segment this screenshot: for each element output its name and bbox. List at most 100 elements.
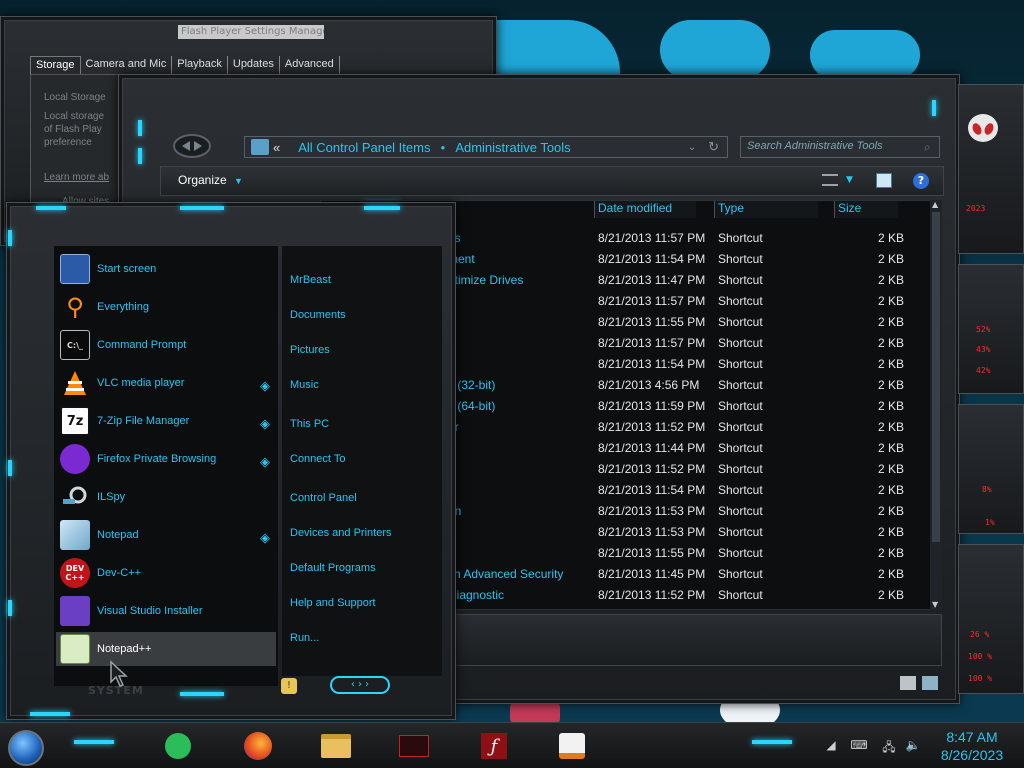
column-size[interactable]: Size [834, 201, 898, 218]
clock-time: 8:47 AM [946, 729, 998, 745]
tab-advanced[interactable]: Advanced [280, 56, 340, 74]
taskbar-media-app[interactable] [394, 728, 434, 764]
frame-accent [752, 740, 792, 744]
start-place-help-and-support[interactable]: Help and Support [290, 597, 376, 609]
learn-more-link[interactable]: Learn more ab [44, 172, 109, 183]
organize-button[interactable]: Organize ▼ [178, 173, 243, 187]
start-app-label: Notepad [97, 529, 139, 541]
gadget-cpu-meter [958, 264, 1024, 394]
large-icons-view-icon[interactable] [922, 676, 938, 690]
chevron-down-icon[interactable]: ▼ [846, 175, 853, 185]
shutdown-icon[interactable]: ! [281, 678, 297, 694]
start-place-this-pc[interactable]: This PC [290, 418, 329, 430]
breadcrumb-control-panel[interactable]: All Control Panel Items [298, 140, 430, 155]
start-place-documents[interactable]: Documents [290, 309, 346, 321]
start-app-everything[interactable]: ⚲ Everything [56, 290, 276, 324]
file-date: 8/21/2013 11:55 PM [598, 315, 706, 329]
start-app-command-prompt[interactable]: C:\_ Command Prompt [56, 328, 276, 362]
file-date: 8/21/2013 11:53 PM [598, 525, 706, 539]
search-icon: ⌕ [924, 140, 931, 154]
start-place-default-programs[interactable]: Default Programs [290, 562, 376, 574]
jump-list-arrow-icon[interactable]: ◈ [258, 532, 272, 546]
tab-playback[interactable]: Playback [172, 56, 228, 74]
refresh-icon[interactable]: ↻ [708, 139, 719, 155]
file-date: 8/21/2013 11:59 PM [598, 399, 706, 413]
address-bar[interactable]: « All Control Panel Items ● Administrati… [244, 136, 728, 158]
breadcrumb-back[interactable]: « [273, 140, 280, 155]
start-app-notepad[interactable]: Notepad [56, 518, 276, 552]
start-orb-button[interactable] [8, 730, 44, 766]
magnifier-icon: ⚲ [66, 293, 84, 321]
taskbar-notes-app[interactable] [158, 728, 198, 764]
system-clock[interactable]: 8:47 AM 8/26/2023 [934, 728, 1010, 764]
search-input[interactable]: Search Administrative Tools [740, 136, 940, 158]
start-place-connect-to[interactable]: Connect To [290, 453, 345, 465]
preview-pane-icon[interactable] [876, 173, 892, 188]
file-type: Shortcut [718, 420, 763, 434]
arrow-right-icon: ‹ › › [350, 679, 370, 690]
column-date-modified[interactable]: Date modified [594, 201, 696, 218]
volume-icon[interactable]: 🔈 [904, 738, 922, 754]
start-place-run[interactable]: Run... [290, 632, 319, 644]
file-date: 8/21/2013 11:55 PM [598, 546, 706, 560]
start-place-control-panel[interactable]: Control Panel [290, 492, 357, 504]
media-app-icon [399, 735, 429, 757]
file-type: Shortcut [718, 525, 763, 539]
notes-app-icon [165, 733, 191, 759]
start-place-devices-and-printers[interactable]: Devices and Printers [290, 527, 392, 539]
wallpaper-shape [660, 20, 770, 80]
file-type: Shortcut [718, 588, 763, 602]
jump-list-arrow-icon[interactable]: ◈ [258, 418, 272, 432]
file-size: 2 KB [877, 483, 904, 497]
jump-list-arrow-icon[interactable]: ◈ [258, 380, 272, 394]
start-place-music[interactable]: Music [290, 379, 319, 391]
mouse-cursor-icon [110, 660, 128, 687]
frame-accent [180, 206, 224, 210]
start-app-ilspy[interactable]: ILSpy [56, 480, 276, 514]
start-app-7-zip-file-manager[interactable]: 7z 7-Zip File Manager [56, 404, 276, 438]
taskbar-java[interactable] [552, 728, 592, 764]
7zip-icon: 7z [60, 406, 90, 436]
file-size: 2 KB [877, 252, 904, 266]
view-options-icon[interactable] [822, 174, 838, 186]
wallpaper-shape [810, 30, 920, 80]
jump-list-arrow-icon[interactable]: ◈ [258, 456, 272, 470]
frame-accent [180, 692, 224, 696]
start-app-vlc-media-player[interactable]: VLC media player [56, 366, 276, 400]
details-view-icon[interactable] [900, 676, 916, 690]
start-place-pictures[interactable]: Pictures [290, 344, 330, 356]
scroll-up-icon[interactable]: ▲ [932, 200, 938, 209]
breadcrumb-administrative-tools[interactable]: Administrative Tools [455, 140, 570, 155]
keyboard-icon[interactable]: ⌨ [850, 738, 868, 754]
file-date: 8/21/2013 11:45 PM [598, 567, 706, 581]
file-size: 2 KB [877, 462, 904, 476]
start-place-mrbeast[interactable]: MrBeast [290, 274, 331, 286]
start-app-visual-studio-installer[interactable]: Visual Studio Installer [56, 594, 276, 628]
start-app-start-screen[interactable]: Start screen [56, 252, 276, 286]
column-type[interactable]: Type [714, 201, 818, 218]
show-hidden-icons-icon[interactable]: ◢ [822, 738, 840, 754]
back-forward-icon[interactable] [172, 133, 212, 159]
chevron-down-icon[interactable]: ⌄ [688, 142, 696, 153]
start-app-label: Start screen [97, 263, 157, 275]
help-icon[interactable]: ? [913, 173, 929, 189]
taskbar-file-explorer[interactable] [316, 728, 356, 764]
network-icon[interactable]: 🖧 [880, 738, 898, 754]
taskbar-flash-settings[interactable]: ƒ [474, 728, 514, 764]
organize-label: Organize [178, 173, 227, 187]
gadget-readout: 52% [976, 325, 991, 334]
tab-storage[interactable]: Storage [30, 56, 81, 74]
tab-camera-mic[interactable]: Camera and Mic [81, 56, 173, 74]
ilspy-icon [60, 482, 90, 512]
shutdown-options-button[interactable]: ‹ › › [330, 676, 390, 694]
file-date: 8/21/2013 11:47 PM [598, 273, 706, 287]
tab-updates[interactable]: Updates [228, 56, 280, 74]
scrollbar-thumb[interactable] [932, 212, 940, 542]
scroll-down-icon[interactable]: ▼ [932, 600, 938, 609]
taskbar-firefox[interactable] [238, 728, 278, 764]
gadget-readout: 1% [985, 518, 995, 527]
start-app-notepad[interactable]: Notepad++ [56, 632, 276, 666]
start-app-dev-c[interactable]: DEV C++ Dev-C++ [56, 556, 276, 590]
file-date: 8/21/2013 11:54 PM [598, 252, 706, 266]
start-app-firefox-private-browsing[interactable]: Firefox Private Browsing [56, 442, 276, 476]
